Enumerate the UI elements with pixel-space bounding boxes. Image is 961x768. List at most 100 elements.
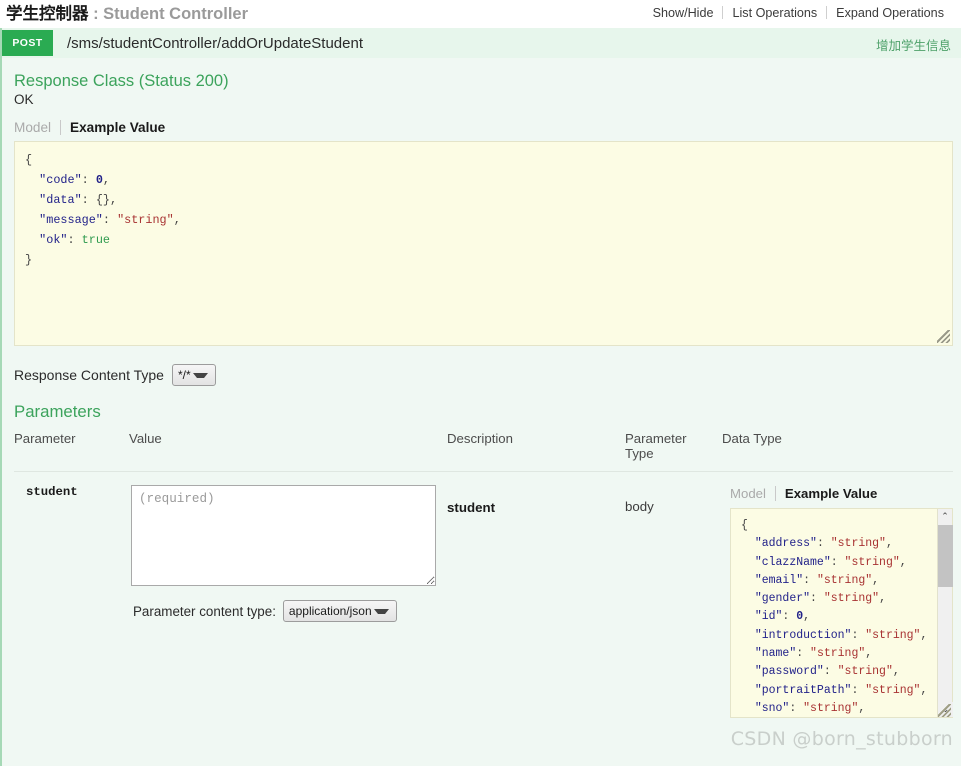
code-line: "name": "string", [741, 645, 942, 663]
column-header-parameter-type: Parameter Type [625, 431, 722, 472]
column-header-parameter-type-line2: Type [625, 446, 654, 461]
code-token-punct: , [920, 683, 928, 697]
operation-path[interactable]: /sms/studentController/addOrUpdateStuden… [53, 35, 363, 52]
code-token-punct: : [803, 573, 817, 587]
code-token-punct: : [810, 592, 824, 606]
code-line: "code": 0, [25, 170, 942, 190]
code-token-key: "data" [39, 193, 82, 207]
student-model-example-lines: { "address": "string", "clazzName": "str… [741, 517, 942, 717]
parameter-content-type-select[interactable]: application/json [282, 600, 397, 622]
code-line: "id": 0, [741, 608, 942, 626]
code-token-punct: : [830, 555, 845, 569]
response-content-type-label: Response Content Type [14, 367, 164, 383]
code-token-punct: , [872, 573, 880, 587]
code-line: { [25, 150, 942, 170]
code-line: "data": {}, [25, 190, 942, 210]
code-token-punct: , [879, 592, 886, 606]
code-token-key: "introduction" [754, 628, 852, 642]
list-operations-link[interactable]: List Operations [723, 6, 826, 20]
code-token-punct: : [789, 701, 804, 715]
code-token-key: "name" [754, 647, 797, 661]
code-token-punct: } [25, 253, 33, 267]
code-token-punct: : [823, 665, 838, 679]
code-token-key: "id" [754, 610, 783, 624]
model-scrollbar[interactable]: ⌃ ⌄ [937, 509, 953, 717]
student-model-example-code[interactable]: { "address": "string", "clazzName": "str… [730, 508, 953, 718]
http-method-badge: POST [2, 30, 53, 56]
code-token-punct: { [741, 519, 748, 532]
code-token-punct: : [81, 193, 96, 207]
model-resize-handle-icon[interactable] [938, 704, 951, 717]
code-line: "address": "string", [741, 535, 942, 553]
code-line: "introduction": "string", [741, 627, 942, 645]
code-token-key: "sno" [754, 701, 790, 715]
code-token-punct: : [67, 233, 82, 247]
code-token-punct: , [102, 173, 111, 187]
code-token-str: "string" [117, 213, 174, 227]
data-type-tab-model[interactable]: Model [730, 486, 775, 501]
code-line: "gender": "string", [741, 590, 942, 608]
code-line: { [741, 517, 942, 535]
response-content-type-row: Response Content Type */* [14, 364, 951, 386]
code-line: "message": "string", [25, 210, 942, 230]
code-line: "password": "string", [741, 663, 942, 681]
code-token-key: "address" [754, 537, 817, 551]
resource-title: 学生控制器 : Student Controller [6, 4, 248, 24]
code-token-punct: , [110, 193, 118, 207]
parameter-type-cell: body [625, 472, 722, 719]
data-type-tab-example-value[interactable]: Example Value [776, 486, 877, 501]
column-header-data-type: Data Type [722, 431, 953, 472]
code-line: } [25, 250, 942, 270]
operation-post-add-or-update-student: POST /sms/studentController/addOrUpdateS… [0, 28, 961, 766]
code-token-key: "email" [754, 573, 804, 587]
code-token-punct: , [892, 665, 900, 679]
code-token-punct: : [796, 647, 811, 661]
resource-header: 学生控制器 : Student Controller Show/Hide List… [0, 0, 961, 28]
response-example-value-code[interactable]: { "code": 0, "data": {}, "message": "str… [14, 141, 953, 346]
response-content-type-select[interactable]: */* [171, 364, 216, 386]
code-token-punct: { [25, 153, 33, 167]
scrollbar-thumb[interactable] [938, 525, 953, 587]
code-token-key: "gender" [754, 592, 811, 606]
code-token-punct: , [803, 610, 811, 624]
code-token-punct: : [81, 173, 96, 187]
code-token-bool: true [81, 233, 110, 247]
code-token-punct: : [102, 213, 118, 227]
response-class-title: Response Class (Status 200) [14, 72, 229, 90]
data-type-model-tabs: Model Example Value [730, 486, 953, 501]
tab-example-value[interactable]: Example Value [61, 120, 165, 135]
parameters-table: Parameter Value Description Parameter Typ… [14, 431, 953, 718]
code-token-str: "string" [810, 647, 866, 661]
resource-title-separator: : [88, 5, 104, 23]
tab-model[interactable]: Model [14, 120, 60, 135]
code-line: "portraitPath": "string", [741, 682, 942, 700]
parameter-description: student [447, 500, 496, 515]
code-token-punct: , [865, 647, 873, 661]
code-token-str: "string" [865, 683, 921, 697]
code-token-punct: : [851, 628, 866, 642]
code-line: "ok": true [25, 230, 942, 250]
resize-handle-icon[interactable] [937, 330, 950, 343]
code-token-str: "string" [837, 665, 893, 679]
parameter-data-type-cell: Model Example Value { "address": "string… [722, 472, 953, 718]
expand-operations-link[interactable]: Expand Operations [827, 6, 953, 20]
parameter-description-cell: student [447, 472, 625, 719]
parameter-type-value: body [625, 499, 654, 514]
resource-operations-links: Show/Hide List Operations Expand Operation… [644, 6, 953, 20]
show-hide-link[interactable]: Show/Hide [644, 6, 723, 20]
scroll-up-arrow-icon[interactable]: ⌃ [938, 509, 952, 524]
resource-title-en: Student Controller [103, 5, 248, 23]
code-token-key: "message" [39, 213, 103, 227]
code-token-str: "string" [816, 573, 873, 587]
code-token-str: "string" [823, 592, 880, 606]
operation-heading[interactable]: POST /sms/studentController/addOrUpdateS… [2, 28, 961, 58]
code-line: "sno": "string", [741, 700, 942, 717]
column-header-parameter-type-line1: Parameter [625, 431, 687, 446]
code-token-punct: , [920, 628, 928, 642]
code-token-str: "string" [830, 537, 886, 551]
code-token-str: "string" [844, 555, 900, 569]
code-token-punct: , [858, 701, 866, 715]
response-example-value-lines: { "code": 0, "data": {}, "message": "str… [25, 150, 942, 270]
code-line: "email": "string", [741, 572, 942, 590]
student-body-input[interactable] [131, 485, 436, 586]
